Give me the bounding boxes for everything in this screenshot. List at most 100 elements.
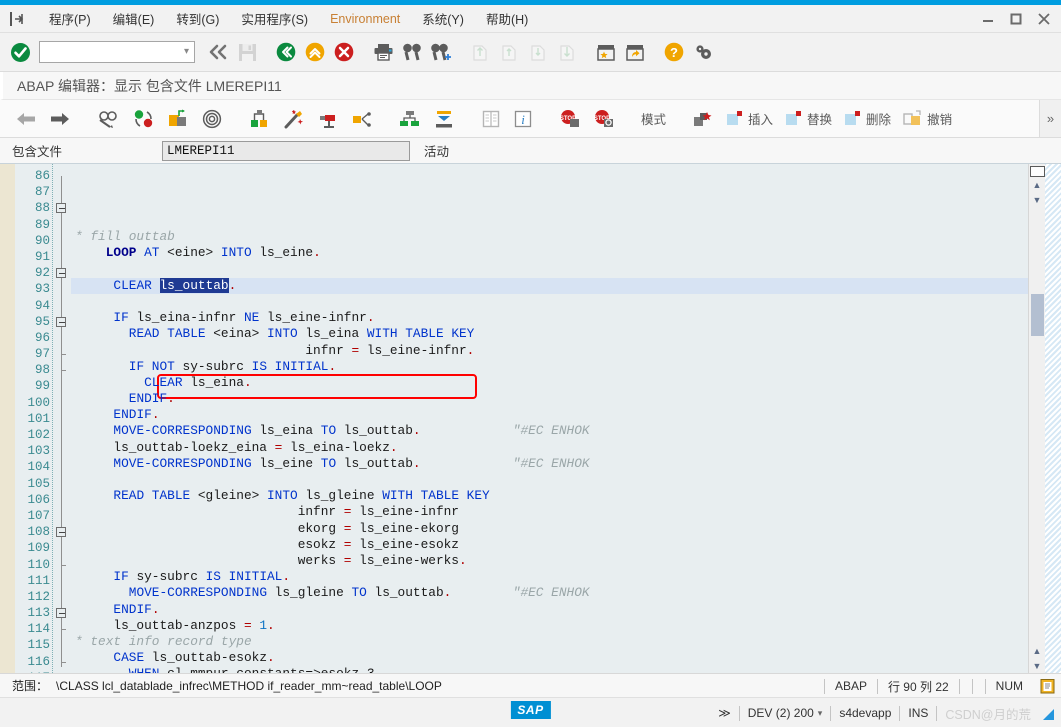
command-field[interactable]: ▾ <box>39 41 195 63</box>
next-page-icon[interactable] <box>524 37 552 67</box>
code-line[interactable]: MOVE-CORRESPONDING ls_gleine TO ls_outta… <box>71 585 1028 601</box>
fold-marker[interactable] <box>53 605 71 621</box>
cancel-icon[interactable] <box>330 37 358 67</box>
undo-button[interactable]: 撤销 <box>898 104 957 134</box>
code-line[interactable]: ls_outtab-loekz_eina = ls_eina-loekz. <box>71 440 1028 456</box>
object-navigator-button[interactable] <box>244 104 276 134</box>
enhance-button[interactable] <box>312 104 344 134</box>
code-line[interactable]: ls_outtab-anzpos = 1. <box>71 618 1028 634</box>
code-line[interactable] <box>71 213 1028 229</box>
pretty-printer-button[interactable] <box>278 104 310 134</box>
resize-grip-icon[interactable] <box>1039 705 1055 721</box>
where-used-button[interactable] <box>394 104 426 134</box>
find-next-icon[interactable] <box>427 37 455 67</box>
insert-button[interactable]: 插入 <box>721 104 778 134</box>
source-code-text[interactable]: * fill outtab LOOP AT <eine> INTO ls_ein… <box>71 164 1028 673</box>
code-line[interactable]: MOVE-CORRESPONDING ls_eine TO ls_outtab.… <box>71 456 1028 472</box>
menu-item-environment[interactable]: Environment <box>319 9 411 29</box>
code-line[interactable] <box>71 472 1028 488</box>
find-icon[interactable] <box>398 37 426 67</box>
fold-marker[interactable] <box>53 524 71 540</box>
code-line[interactable]: READ TABLE <eina> INTO ls_eina WITH TABL… <box>71 326 1028 342</box>
code-line[interactable]: ENDIF. <box>71 391 1028 407</box>
help-icon[interactable]: ? <box>660 37 688 67</box>
print-icon[interactable] <box>369 37 397 67</box>
code-line[interactable]: IF NOT sy-subrc IS INITIAL. <box>71 359 1028 375</box>
documentation-button[interactable] <box>476 104 506 134</box>
minimize-button[interactable] <box>975 7 1001 31</box>
fold-marker[interactable] <box>53 265 71 281</box>
code-editor[interactable]: 86 87 88 89 90 91 92 93 94 95 96 97 98 99 100 101 102 103… <box>0 164 1061 673</box>
chevron-down-icon[interactable]: ▾ <box>818 708 823 719</box>
editor-vertical-scrollbar[interactable]: ▲ ▼ ▲ ▼ <box>1028 164 1045 673</box>
back-button[interactable] <box>10 104 42 134</box>
code-line[interactable]: infnr = ls_eine-infnr <box>71 504 1028 520</box>
previous-page-icon[interactable] <box>495 37 523 67</box>
maximize-button[interactable] <box>1003 7 1029 31</box>
scroll-top-button[interactable] <box>1029 166 1045 177</box>
scroll-page-down-icon[interactable]: ▼ <box>1029 658 1046 673</box>
create-shortcut-icon[interactable] <box>621 37 649 67</box>
code-line[interactable]: * fill outtab <box>71 229 1028 245</box>
exit-up-icon[interactable] <box>301 37 329 67</box>
back-green-icon[interactable] <box>272 37 300 67</box>
code-line[interactable]: CLEAR ls_outtab. <box>71 277 1028 294</box>
menu-item-edit[interactable]: 编辑(E) <box>102 6 166 31</box>
code-line[interactable]: ENDIF. <box>71 407 1028 423</box>
scroll-page-up-icon[interactable]: ▲ <box>1029 643 1046 658</box>
forward-button[interactable] <box>44 104 76 134</box>
fold-marker[interactable] <box>53 314 71 330</box>
save-icon[interactable] <box>233 37 261 67</box>
check-activate-button[interactable] <box>128 104 160 134</box>
clipboard-icon[interactable] <box>1037 677 1057 695</box>
breakpoint-find-button[interactable]: STOP <box>588 104 620 134</box>
chevron-down-icon[interactable]: ▾ <box>184 46 189 57</box>
code-line[interactable]: IF ls_eina-infnr NE ls_eine-infnr. <box>71 310 1028 326</box>
mode-button[interactable]: 模式 <box>636 104 671 134</box>
split-button[interactable] <box>346 104 378 134</box>
menu-item-utilities[interactable]: 实用程序(S) <box>230 6 319 31</box>
fold-marker[interactable] <box>53 200 71 216</box>
create-favorite-icon[interactable] <box>592 37 620 67</box>
exit-icon[interactable] <box>8 10 28 28</box>
scroll-down-icon[interactable]: ▼ <box>1029 192 1046 207</box>
block-mark-button[interactable] <box>687 104 719 134</box>
first-page-icon[interactable] <box>466 37 494 67</box>
code-line[interactable]: LOOP AT <eine> INTO ls_eine. <box>71 245 1028 261</box>
code-line[interactable]: READ TABLE <gleine> INTO ls_gleine WITH … <box>71 488 1028 504</box>
code-line[interactable]: IF sy-subrc IS INITIAL. <box>71 569 1028 585</box>
code-line[interactable]: ekorg = ls_eine-ekorg <box>71 521 1028 537</box>
close-button[interactable] <box>1031 7 1057 31</box>
code-line[interactable]: * text info record type <box>71 634 1028 650</box>
system-overflow-button[interactable]: ≫ <box>710 706 739 721</box>
system-id[interactable]: DEV (2) 200 ▾ <box>738 705 831 721</box>
code-line[interactable]: CASE ls_outtab-esokz. <box>71 650 1028 666</box>
code-line[interactable]: werks = ls_eine-werks. <box>71 553 1028 569</box>
code-line[interactable]: CLEAR ls_eina. <box>71 375 1028 391</box>
replace-button[interactable]: 替换 <box>780 104 837 134</box>
command-input[interactable] <box>40 42 194 62</box>
code-line[interactable]: esokz = ls_eine-esokz <box>71 537 1028 553</box>
display-change-button[interactable] <box>92 104 126 134</box>
code-line[interactable]: MOVE-CORRESPONDING ls_eina TO ls_outtab.… <box>71 423 1028 439</box>
delete-button[interactable]: 删除 <box>839 104 896 134</box>
code-line[interactable]: infnr = ls_eine-infnr. <box>71 343 1028 359</box>
code-line[interactable]: WHEN cl_mmpur_constants=>esokz_3. <box>71 666 1028 673</box>
last-page-icon[interactable] <box>553 37 581 67</box>
code-folding-gutter[interactable] <box>53 164 71 673</box>
scrollbar-thumb[interactable] <box>1031 294 1044 336</box>
menu-item-help[interactable]: 帮助(H) <box>475 6 539 31</box>
code-line[interactable] <box>71 262 1028 278</box>
include-file-input[interactable] <box>162 140 410 161</box>
menu-item-program[interactable]: 程序(P) <box>38 6 102 31</box>
code-line[interactable]: ENDIF. <box>71 602 1028 618</box>
toolbar-overflow-button[interactable]: » <box>1039 100 1061 137</box>
scroll-up-icon[interactable]: ▲ <box>1029 177 1046 192</box>
code-line[interactable] <box>71 294 1028 310</box>
back-double-icon[interactable] <box>204 37 232 67</box>
info-button[interactable]: i <box>508 104 538 134</box>
menu-item-system[interactable]: 系统(Y) <box>411 6 475 31</box>
pattern-button[interactable] <box>196 104 228 134</box>
breakpoint-button[interactable]: STOP <box>554 104 586 134</box>
customize-local-layout-icon[interactable] <box>689 37 717 67</box>
